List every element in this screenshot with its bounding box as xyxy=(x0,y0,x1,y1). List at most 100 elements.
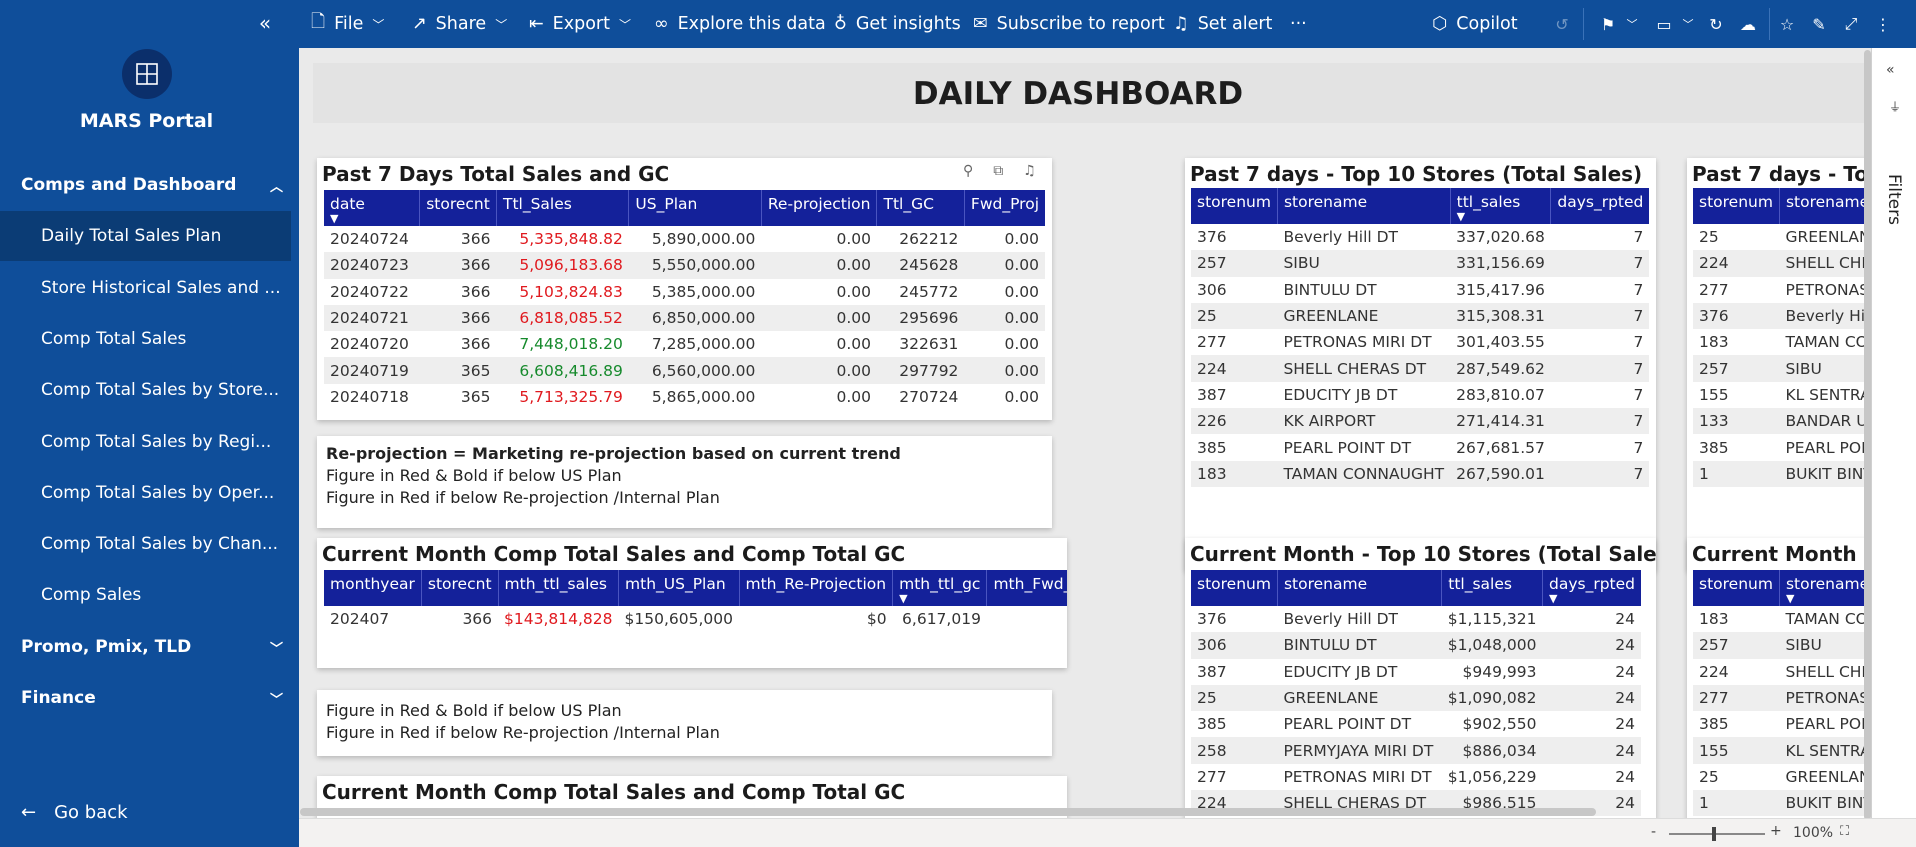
top10-month-card[interactable]: Current Month - Top 10 Stores (Total Sal… xyxy=(1185,538,1656,818)
table-row: 20240718 365 5,713,325.79 5,865,000.00 0.00 2… xyxy=(324,384,1045,410)
refresh-icon[interactable]: ↻ xyxy=(1705,12,1727,36)
column-header[interactable]: storecnt xyxy=(419,190,497,226)
table-cell: 24 xyxy=(1542,684,1641,712)
column-header[interactable]: date ▼ xyxy=(324,190,420,226)
get-insights-button[interactable]: ♁ Get insights xyxy=(834,0,961,48)
table-cell: 6,608,416.89 xyxy=(496,357,629,384)
copilot-button[interactable]: ⬡ Copilot xyxy=(1432,0,1518,48)
nav-item-comp-by-store[interactable]: Comp Total Sales by Store... xyxy=(0,365,291,415)
column-header[interactable]: monthyear xyxy=(324,570,422,606)
table-cell: 0.00 xyxy=(964,304,1045,332)
bell-icon: ♫ xyxy=(1173,14,1189,34)
status-bar: - + 100% ⛶ xyxy=(299,818,1916,847)
nav-item-comp-by-channel[interactable]: Comp Total Sales by Chan... xyxy=(0,519,291,569)
nav-item-store-historical[interactable]: Store Historical Sales and ... xyxy=(0,263,291,313)
column-header[interactable]: storecnt xyxy=(420,570,499,606)
column-header[interactable]: days_rpted xyxy=(1550,188,1650,224)
right-past7-card[interactable]: Past 7 days - Top 1 storenum storename 2… xyxy=(1687,158,1871,571)
column-header[interactable]: US_Plan xyxy=(628,190,762,226)
nav-item-comp-total-sales[interactable]: Comp Total Sales xyxy=(0,314,291,364)
column-header[interactable]: storename ▼ xyxy=(1778,570,1871,606)
file-menu[interactable]: 🗋 File ﹀ xyxy=(311,0,384,48)
table-row: 155 KL SENTRA xyxy=(1693,382,1871,408)
column-header[interactable]: Ttl_Sales xyxy=(495,190,629,226)
table-cell: 25 xyxy=(1191,302,1278,330)
top10-past7-card[interactable]: Past 7 days - Top 10 Stores (Total Sales… xyxy=(1185,158,1656,571)
table-cell: 24 xyxy=(1615,767,1635,786)
nav-item-comp-sales[interactable]: Comp Sales xyxy=(0,570,291,620)
collapse-sidebar-icon[interactable]: « xyxy=(254,10,276,36)
column-header[interactable]: Ttl_GC xyxy=(876,190,965,226)
zoom-in-button[interactable]: + xyxy=(1770,823,1782,839)
more-options-button[interactable]: ··· xyxy=(1290,0,1307,48)
table-cell: 287,549.62 xyxy=(1450,355,1551,382)
horizontal-scrollbar[interactable] xyxy=(300,808,1596,816)
sort-desc-icon: ▼ xyxy=(899,592,908,605)
table-cell: 385 xyxy=(1197,715,1227,734)
title-band: DAILY DASHBOARD xyxy=(313,63,1871,123)
copy-icon[interactable]: ⧉ xyxy=(993,163,1003,179)
table-cell: SHELL CHE xyxy=(1779,250,1871,277)
table-cell: 366 xyxy=(460,335,491,354)
table-cell: Beverly Hill DT xyxy=(1283,228,1399,247)
pin-icon[interactable]: ⚲ xyxy=(963,163,973,179)
edit-icon[interactable]: ✎ xyxy=(1808,12,1830,36)
column-header[interactable]: storename xyxy=(1778,188,1871,224)
nav-section-comps[interactable]: Comps and Dashboard ︿ xyxy=(21,170,283,200)
expand-icon[interactable]: ⤢ xyxy=(1840,12,1862,36)
table-cell: 277 xyxy=(1197,767,1227,786)
comment-icon[interactable]: ☁ xyxy=(1737,12,1759,36)
column-header[interactable]: storenum xyxy=(1693,570,1780,606)
column-header[interactable]: storenum xyxy=(1191,188,1278,224)
column-header[interactable]: mth_ttl_gc ▼ xyxy=(892,570,987,606)
column-header[interactable]: mth_Fwd_Proj xyxy=(986,570,1067,606)
table-cell: 257 xyxy=(1693,355,1780,382)
undo-icon[interactable]: ↺ xyxy=(1551,12,1573,36)
column-header[interactable]: storenum xyxy=(1191,570,1278,606)
column-header[interactable]: storename xyxy=(1276,188,1451,224)
column-header[interactable]: ttl_sales ▼ xyxy=(1449,188,1551,224)
column-header[interactable]: mth_US_Plan xyxy=(618,570,739,606)
export-menu[interactable]: ⇤ Export ﹀ xyxy=(529,0,631,48)
share-menu[interactable]: ↗ Share ﹀ xyxy=(412,0,507,48)
column-header[interactable]: days_rpted ▼ xyxy=(1542,570,1641,606)
table-cell: 270724 xyxy=(899,387,959,406)
bell-icon[interactable]: ♫ xyxy=(1023,163,1036,179)
column-header[interactable]: storenum xyxy=(1693,188,1780,224)
set-alert-button[interactable]: ♫ Set alert xyxy=(1173,0,1272,48)
view-icon[interactable]: ▭ xyxy=(1653,12,1675,36)
nav-item-daily-total-sales-plan[interactable]: Daily Total Sales Plan xyxy=(0,211,291,261)
column-header[interactable]: Re-projection xyxy=(760,190,877,226)
column-header[interactable]: mth_ttl_sales xyxy=(497,570,619,606)
bookmark-icon[interactable]: ⚑ xyxy=(1597,12,1619,36)
filters-pane[interactable]: « ⏚ Filters xyxy=(1871,48,1916,818)
expand-filters-icon[interactable]: « xyxy=(1886,62,1895,78)
nav-item-comp-by-operator[interactable]: Comp Total Sales by Oper... xyxy=(0,468,291,518)
past7-sales-card[interactable]: Past 7 Days Total Sales and GC ⚲ ⧉ ♫ ≡ ⤢… xyxy=(317,158,1052,420)
chevron-down-icon[interactable]: ﹀ xyxy=(1621,12,1643,36)
more-vertical-icon[interactable]: ⋮ xyxy=(1872,12,1894,36)
table-row: 277 PETRONAS xyxy=(1693,277,1871,303)
vertical-scrollbar[interactable] xyxy=(1864,50,1871,820)
table-cell: 385 xyxy=(1197,438,1227,457)
go-back-button[interactable]: ← Go back xyxy=(21,802,128,823)
nav-section-finance[interactable]: Finance ﹀ xyxy=(21,683,283,713)
subscribe-button[interactable]: ✉ Subscribe to report xyxy=(973,0,1165,48)
right-month-card[interactable]: Current Month - To storenum storename▼ 1… xyxy=(1687,538,1871,818)
zoom-out-button[interactable]: - xyxy=(1651,824,1656,840)
column-header[interactable]: Fwd_Proj xyxy=(963,190,1045,226)
nav-item-comp-by-region[interactable]: Comp Total Sales by Regi... xyxy=(0,417,291,467)
column-header[interactable]: mth_Re-Projection xyxy=(738,570,893,606)
fit-to-page-icon[interactable]: ⛶ xyxy=(1840,824,1849,839)
explore-data-button[interactable]: ∞ Explore this data xyxy=(654,0,826,48)
table-cell: 0.00 xyxy=(761,304,877,332)
zoom-slider[interactable] xyxy=(1669,833,1765,835)
chevron-down-icon[interactable]: ﹀ xyxy=(1677,12,1699,36)
month-sales-card[interactable]: Current Month Comp Total Sales and Comp … xyxy=(317,538,1067,668)
column-header[interactable]: storename xyxy=(1276,570,1442,606)
favorite-icon[interactable]: ☆ xyxy=(1776,12,1798,36)
column-header[interactable]: ttl_sales xyxy=(1441,570,1543,606)
table-cell: Beverly Hill DT xyxy=(1283,610,1399,629)
zoom-slider-thumb[interactable] xyxy=(1712,827,1716,841)
nav-section-promo[interactable]: Promo, Pmix, TLD ﹀ xyxy=(21,632,283,662)
